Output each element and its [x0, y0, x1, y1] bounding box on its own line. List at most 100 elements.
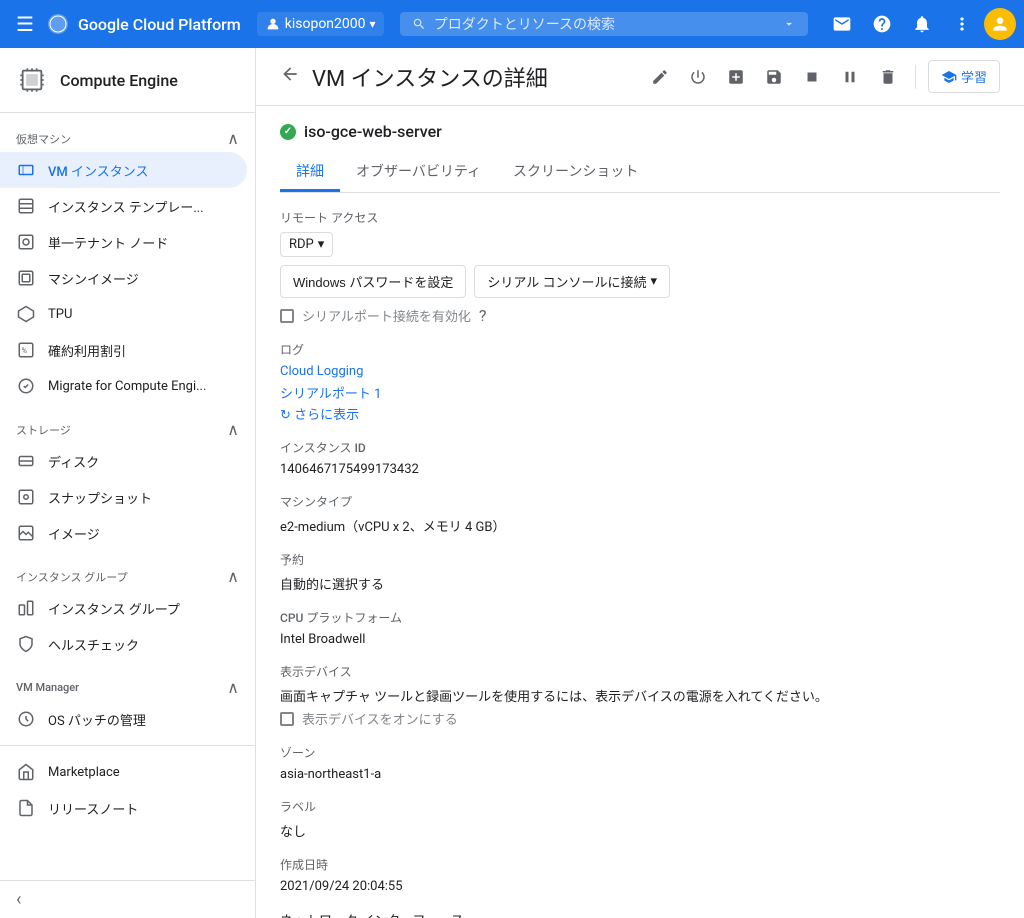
sidebar-collapse-icon: ‹ — [16, 889, 21, 910]
serial-console-button[interactable]: シリアル コンソールに接続 ▾ — [474, 265, 670, 298]
sidebar-item-tpu[interactable]: TPU — [0, 296, 247, 332]
back-button[interactable] — [280, 64, 300, 89]
main-layout: Compute Engine 仮想マシン ∧ VM インスタンス インスタンス … — [0, 48, 1024, 918]
sidebar-item-os-patch[interactable]: OS パッチの管理 — [0, 701, 247, 737]
notifications-icon[interactable] — [824, 6, 860, 42]
display-device-checkbox[interactable] — [280, 712, 294, 726]
content-body: iso-gce-web-server 詳細 オブザーバビリティ スクリーンショッ… — [256, 106, 1024, 918]
rdp-dropdown[interactable]: RDP ▾ — [280, 232, 333, 257]
topbar-logo-text: Google Cloud Platform — [78, 15, 241, 34]
topbar-project-name: kisopon2000 — [285, 16, 366, 32]
sidebar-item-disks[interactable]: ディスク — [0, 443, 247, 479]
topbar-project-selector[interactable]: kisopon2000 ▾ — [257, 12, 384, 36]
power-button[interactable] — [683, 62, 713, 92]
content-tabs: 詳細 オブザーバビリティ スクリーンショット — [280, 153, 1000, 193]
sidebar-item-health-checks[interactable]: ヘルスチェック — [0, 626, 247, 662]
machine-type-title: マシンタイプ — [280, 493, 1000, 510]
sidebar-section-vm-manager: VM Manager ∧ — [0, 662, 255, 701]
labels-section: ラベル なし — [280, 798, 1000, 840]
reservation-title: 予約 — [280, 551, 1000, 568]
learn-button[interactable]: 学習 — [928, 60, 1000, 93]
more-display-link[interactable]: ↻ さらに表示 — [280, 408, 359, 423]
instance-id-title: インスタンス ID — [280, 439, 1000, 456]
sidebar-item-marketplace-label: Marketplace — [48, 765, 120, 780]
gcp-logo-icon — [46, 12, 70, 36]
pause-button[interactable] — [835, 62, 865, 92]
windows-password-button[interactable]: Windows パスワードを設定 — [280, 265, 466, 298]
instance-groups-icon — [16, 598, 36, 618]
cpu-platform-title: CPU プラットフォーム — [280, 609, 1000, 626]
serial-port-help-icon[interactable]: ? — [479, 306, 487, 325]
instance-name-text: iso-gce-web-server — [304, 122, 442, 141]
instance-id-section: インスタンス ID 1406467175499173432 — [280, 439, 1000, 477]
display-device-title: 表示デバイス — [280, 663, 1000, 680]
svg-text:%: % — [22, 346, 28, 355]
help-icon[interactable] — [864, 6, 900, 42]
bell-icon[interactable] — [904, 6, 940, 42]
search-icon — [412, 16, 426, 32]
reservation-section: 予約 自動的に選択する — [280, 551, 1000, 593]
delete-button[interactable] — [873, 62, 903, 92]
edit-button[interactable] — [645, 62, 675, 92]
user-avatar[interactable] — [984, 8, 1016, 40]
topbar-action-icons — [824, 6, 1016, 42]
machine-images-icon — [16, 268, 36, 288]
sidebar-header: Compute Engine — [0, 48, 255, 113]
sidebar-item-instance-templates[interactable]: インスタンス テンプレー... — [0, 188, 247, 224]
sidebar-collapse-btn[interactable]: ‹ — [0, 880, 255, 918]
disks-icon — [16, 451, 36, 471]
stop-button[interactable] — [797, 62, 827, 92]
serial-port-row: シリアルポート接続を有効化 ? — [280, 306, 1000, 325]
sidebar-item-sole-tenant[interactable]: 単一テナント ノード — [0, 224, 247, 260]
rdp-row: RDP ▾ — [280, 232, 1000, 257]
release-notes-icon — [16, 798, 36, 818]
instance-templates-icon — [16, 196, 36, 216]
content-area: VM インスタンスの詳細 — [256, 48, 1024, 918]
sidebar-item-snapshots[interactable]: スナップショット — [0, 479, 247, 515]
vm-manager-collapse-icon[interactable]: ∧ — [227, 678, 239, 697]
sidebar-item-marketplace[interactable]: Marketplace — [0, 754, 247, 790]
page-title: VM インスタンスの詳細 — [312, 61, 633, 93]
created-at-title: 作成日時 — [280, 856, 1000, 873]
sidebar-item-os-patch-label: OS パッチの管理 — [48, 710, 146, 729]
menu-icon[interactable]: ☰ — [8, 4, 42, 44]
project-icon — [265, 16, 281, 32]
sidebar-item-images[interactable]: イメージ — [0, 515, 247, 551]
save-button[interactable] — [759, 62, 789, 92]
instance-name-row: iso-gce-web-server — [280, 122, 1000, 141]
rdp-buttons-row: Windows パスワードを設定 シリアル コンソールに接続 ▾ — [280, 265, 1000, 298]
tab-observability[interactable]: オブザーバビリティ — [340, 153, 497, 192]
cloud-logging-link[interactable]: Cloud Logging — [280, 364, 363, 379]
serial-console-chevron-icon: ▾ — [650, 274, 657, 289]
tpu-icon — [16, 304, 36, 324]
vm-instances-icon — [16, 160, 36, 180]
more-options-icon[interactable] — [944, 6, 980, 42]
remote-access-section: リモート アクセス RDP ▾ Windows パスワードを設定 シリアル コン… — [280, 209, 1000, 325]
search-input[interactable] — [434, 16, 774, 32]
sidebar-item-snapshots-label: スナップショット — [48, 488, 152, 507]
display-device-toggle-row: 表示デバイスをオンにする — [280, 709, 1000, 728]
sidebar-item-instance-groups[interactable]: インスタンス グループ — [0, 590, 247, 626]
topbar-search-bar[interactable] — [400, 12, 808, 36]
storage-collapse-icon[interactable]: ∧ — [227, 420, 239, 439]
tab-detail[interactable]: 詳細 — [280, 153, 340, 192]
sole-tenant-icon — [16, 232, 36, 252]
zone-section: ゾーン asia-northeast1-a — [280, 744, 1000, 782]
section-collapse-icon[interactable]: ∧ — [227, 129, 239, 148]
marketplace-icon — [16, 762, 36, 782]
serial-port-link[interactable]: シリアルポート 1 — [280, 387, 381, 402]
tab-screenshot[interactable]: スクリーンショット — [497, 153, 654, 192]
sidebar-item-machine-images[interactable]: マシンイメージ — [0, 260, 247, 296]
sidebar-header-title: Compute Engine — [60, 71, 178, 90]
serial-port-checkbox[interactable] — [280, 309, 294, 323]
labels-title: ラベル — [280, 798, 1000, 815]
sidebar-item-committed-use[interactable]: % 確約利用割引 — [0, 332, 247, 368]
sidebar-item-committed-use-label: 確約利用割引 — [48, 341, 126, 360]
sidebar-item-sole-tenant-label: 単一テナント ノード — [48, 233, 168, 252]
sidebar-item-vm-instances[interactable]: VM インスタンス — [0, 152, 247, 188]
sidebar-item-migrate[interactable]: Migrate for Compute Engi... — [0, 368, 247, 404]
sidebar-item-release-notes[interactable]: リリースノート — [0, 790, 247, 826]
sidebar-item-images-label: イメージ — [48, 524, 100, 543]
add-button[interactable] — [721, 62, 751, 92]
instance-groups-collapse-icon[interactable]: ∧ — [227, 567, 239, 586]
